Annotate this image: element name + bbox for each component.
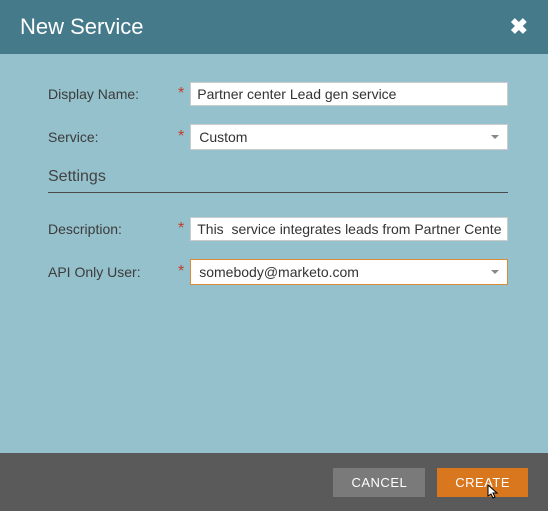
description-row: Description: * xyxy=(48,217,508,241)
display-name-label: Display Name: xyxy=(48,86,178,102)
description-label: Description: xyxy=(48,221,178,237)
service-row: Service: * Custom xyxy=(48,124,508,150)
required-marker: * xyxy=(178,85,184,103)
service-select-value: Custom xyxy=(199,129,247,145)
api-only-user-select[interactable]: somebody@marketo.com xyxy=(190,259,508,285)
section-divider xyxy=(48,192,508,193)
required-marker: * xyxy=(178,263,184,281)
new-service-dialog: New Service ✖ Display Name: * Service: *… xyxy=(0,0,548,511)
api-only-user-label: API Only User: xyxy=(48,264,178,280)
description-input[interactable] xyxy=(190,217,508,241)
chevron-down-icon xyxy=(491,270,499,274)
required-marker: * xyxy=(178,128,184,146)
dialog-body: Display Name: * Service: * Custom Settin… xyxy=(0,54,548,453)
api-only-user-row: API Only User: * somebody@marketo.com xyxy=(48,259,508,285)
required-marker: * xyxy=(178,220,184,238)
settings-heading: Settings xyxy=(48,168,508,186)
api-only-user-value: somebody@marketo.com xyxy=(199,264,359,280)
service-label: Service: xyxy=(48,129,178,145)
chevron-down-icon xyxy=(491,135,499,139)
dialog-title: New Service xyxy=(20,14,143,40)
display-name-row: Display Name: * xyxy=(48,82,508,106)
close-icon[interactable]: ✖ xyxy=(510,16,528,38)
display-name-input[interactable] xyxy=(190,82,508,106)
dialog-footer: CANCEL CREATE xyxy=(0,453,548,511)
dialog-header: New Service ✖ xyxy=(0,0,548,54)
cancel-button[interactable]: CANCEL xyxy=(333,468,425,497)
service-select[interactable]: Custom xyxy=(190,124,508,150)
create-button[interactable]: CREATE xyxy=(437,468,528,497)
